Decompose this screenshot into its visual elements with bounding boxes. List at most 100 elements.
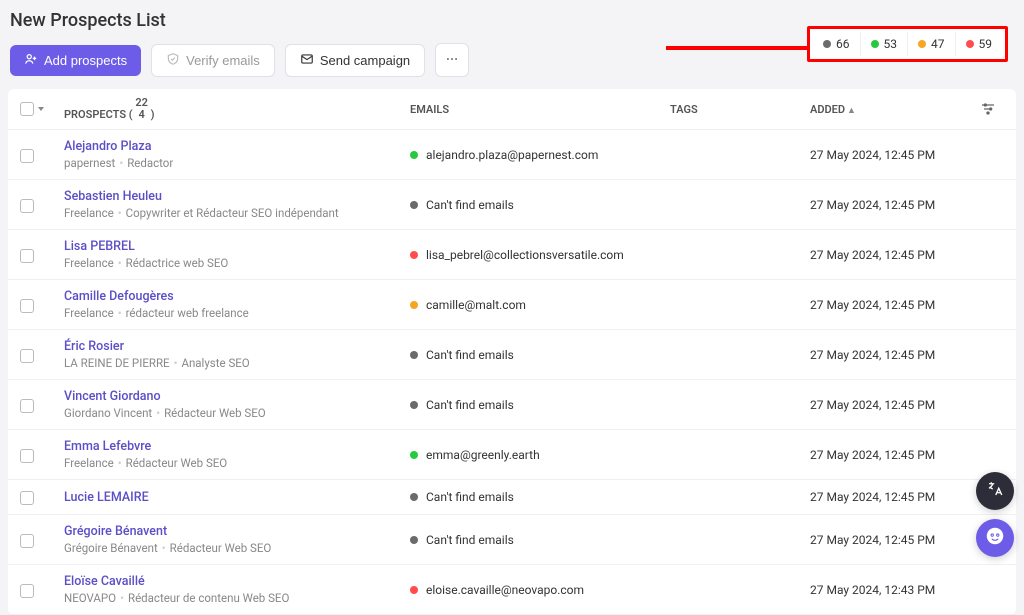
- table-row: Eloïse Cavaillé NEOVAPO•Rédacteur de con…: [8, 565, 1016, 615]
- row-checkbox[interactable]: [20, 399, 34, 413]
- send-campaign-label: Send campaign: [320, 53, 410, 68]
- table-row: Lisa PEBREL Freelance•Rédactrice web SEO…: [8, 230, 1016, 280]
- prospect-name-link[interactable]: Vincent Giordano: [64, 389, 410, 404]
- status-green[interactable]: 53: [861, 32, 909, 56]
- email-text: Can't find emails: [426, 398, 514, 412]
- email-status-dot-icon: [410, 201, 418, 209]
- email-cell: Can't find emails: [410, 198, 670, 212]
- email-status-dot-icon: [410, 301, 418, 309]
- email-status-dot-icon: [410, 536, 418, 544]
- email-text: Can't find emails: [426, 348, 514, 362]
- column-header-emails[interactable]: EMAILS: [410, 103, 670, 116]
- dot-green-icon: [871, 40, 879, 48]
- email-text: Can't find emails: [426, 490, 514, 504]
- status-yellow[interactable]: 47: [908, 32, 956, 56]
- added-date: 27 May 2024, 12:45 PM: [810, 348, 980, 362]
- email-cell: Can't find emails: [410, 490, 670, 504]
- email-cell: Can't find emails: [410, 348, 670, 362]
- status-gray[interactable]: 66: [813, 32, 861, 56]
- table-row: Lucie LEMAIRE Can't find emails 27 May 2…: [8, 480, 1016, 515]
- translate-icon: [986, 480, 1004, 502]
- prospect-subtitle: Freelance•rédacteur web freelance: [64, 306, 410, 320]
- email-text: alejandro.plaza@papernest.com: [426, 148, 598, 162]
- email-text: lisa_pebrel@collectionsversatile.com: [426, 248, 624, 262]
- prospect-subtitle: Freelance•Rédactrice web SEO: [64, 256, 410, 270]
- prospect-name-link[interactable]: Lisa PEBREL: [64, 239, 410, 254]
- dot-yellow-icon: [918, 40, 926, 48]
- row-checkbox[interactable]: [20, 149, 34, 163]
- row-checkbox[interactable]: [20, 199, 34, 213]
- email-text: Can't find emails: [426, 198, 514, 212]
- prospect-subtitle: Giordano Vincent•Rédacteur Web SEO: [64, 406, 410, 420]
- envelope-icon: [300, 52, 314, 69]
- prospect-name-link[interactable]: Éric Rosier: [64, 339, 410, 354]
- bot-icon: [984, 525, 1006, 551]
- status-gray-count: 66: [836, 37, 850, 51]
- status-summary: 66 53 47 59: [807, 26, 1008, 62]
- table-row: Vincent Giordano Giordano Vincent•Rédact…: [8, 380, 1016, 430]
- column-header-added[interactable]: ADDED▲: [810, 103, 980, 116]
- added-date: 27 May 2024, 12:45 PM: [810, 448, 980, 462]
- prospect-subtitle: LA REINE DE PIERRE•Analyste SEO: [64, 356, 410, 370]
- filter-button[interactable]: [980, 101, 1004, 117]
- prospect-name-link[interactable]: Eloïse Cavaillé: [64, 574, 410, 589]
- added-date: 27 May 2024, 12:45 PM: [810, 298, 980, 312]
- email-status-dot-icon: [410, 401, 418, 409]
- added-date: 27 May 2024, 12:45 PM: [810, 490, 980, 504]
- prospect-name-link[interactable]: Sebastien Heuleu: [64, 189, 410, 204]
- email-cell: eloise.cavaille@neovapo.com: [410, 583, 670, 597]
- prospect-subtitle: NEOVAPO•Rédacteur de contenu Web SEO: [64, 591, 410, 605]
- email-cell: camille@malt.com: [410, 298, 670, 312]
- verify-emails-button[interactable]: Verify emails: [151, 44, 275, 77]
- column-header-tags[interactable]: TAGS: [670, 103, 810, 116]
- prospect-name-link[interactable]: Lucie LEMAIRE: [64, 490, 410, 505]
- email-text: emma@greenly.earth: [426, 448, 540, 462]
- prospect-subtitle: Grégoire Bénavent•Rédacteur Web SEO: [64, 541, 410, 555]
- email-text: camille@malt.com: [426, 298, 526, 312]
- prospect-name-link[interactable]: Grégoire Bénavent: [64, 524, 410, 539]
- email-cell: alejandro.plaza@papernest.com: [410, 148, 670, 162]
- row-checkbox[interactable]: [20, 349, 34, 363]
- row-checkbox[interactable]: [20, 449, 34, 463]
- added-date: 27 May 2024, 12:45 PM: [810, 533, 980, 547]
- status-red[interactable]: 59: [956, 32, 1003, 56]
- more-actions-button[interactable]: [435, 43, 469, 77]
- chevron-down-icon[interactable]: [38, 107, 44, 111]
- table-row: Grégoire Bénavent Grégoire Bénavent•Réda…: [8, 515, 1016, 565]
- row-checkbox[interactable]: [20, 491, 34, 505]
- row-checkbox[interactable]: [20, 299, 34, 313]
- table-row: Éric Rosier LA REINE DE PIERRE•Analyste …: [8, 330, 1016, 380]
- status-green-count: 53: [884, 37, 898, 51]
- add-prospects-label: Add prospects: [44, 53, 127, 68]
- email-status-dot-icon: [410, 586, 418, 594]
- column-header-prospects[interactable]: PROSPECTS ( 224 ): [50, 97, 410, 121]
- sort-arrow-icon: ▲: [847, 106, 856, 116]
- select-all-checkbox[interactable]: [20, 102, 34, 116]
- table-row: Emma Lefebvre Freelance•Rédacteur Web SE…: [8, 430, 1016, 480]
- send-campaign-button[interactable]: Send campaign: [285, 44, 425, 77]
- prospect-subtitle: Freelance•Rédacteur Web SEO: [64, 456, 410, 470]
- prospect-name-link[interactable]: Emma Lefebvre: [64, 439, 410, 454]
- table-header: PROSPECTS ( 224 ) EMAILS TAGS ADDED▲: [8, 89, 1016, 130]
- prospect-name-link[interactable]: Alejandro Plaza: [64, 139, 410, 154]
- add-prospects-button[interactable]: Add prospects: [10, 45, 141, 76]
- added-date: 27 May 2024, 12:43 PM: [810, 583, 980, 597]
- row-checkbox[interactable]: [20, 584, 34, 598]
- chatbot-fab[interactable]: [976, 519, 1014, 557]
- prospect-subtitle: papernest•Redactor: [64, 156, 410, 170]
- translate-fab[interactable]: [976, 472, 1014, 510]
- email-status-dot-icon: [410, 351, 418, 359]
- email-status-dot-icon: [410, 151, 418, 159]
- prospects-table: PROSPECTS ( 224 ) EMAILS TAGS ADDED▲ Ale…: [8, 89, 1016, 615]
- added-date: 27 May 2024, 12:45 PM: [810, 248, 980, 262]
- row-checkbox[interactable]: [20, 534, 34, 548]
- status-yellow-count: 47: [931, 37, 945, 51]
- email-cell: emma@greenly.earth: [410, 448, 670, 462]
- email-cell: lisa_pebrel@collectionsversatile.com: [410, 248, 670, 262]
- email-cell: Can't find emails: [410, 533, 670, 547]
- person-plus-icon: [24, 52, 38, 69]
- email-text: Can't find emails: [426, 533, 514, 547]
- row-checkbox[interactable]: [20, 249, 34, 263]
- prospect-name-link[interactable]: Camille Defougères: [64, 289, 410, 304]
- email-status-dot-icon: [410, 493, 418, 501]
